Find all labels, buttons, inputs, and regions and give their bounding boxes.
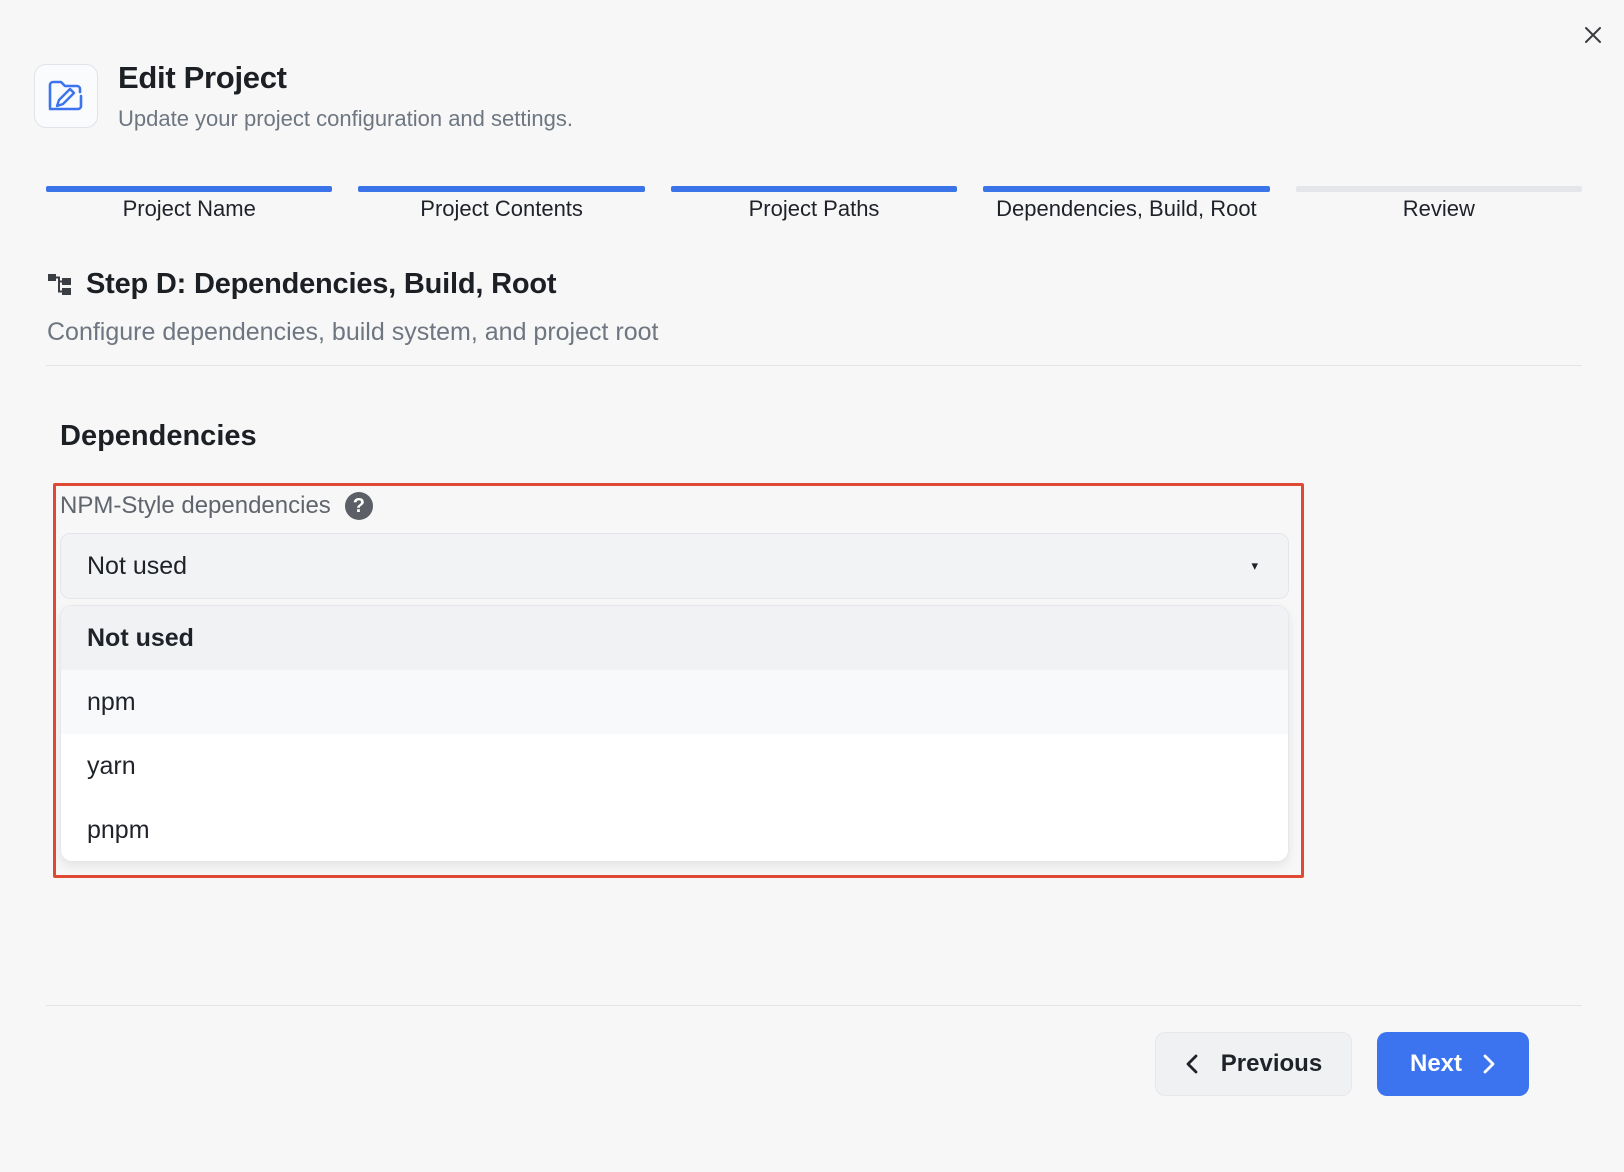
step-project-name[interactable]: Project Name [46,186,333,230]
folder-edit-icon [48,80,83,111]
close-button[interactable] [1576,18,1610,52]
option-not-used[interactable]: Not used [61,606,1288,670]
divider [46,365,1582,366]
step-dependencies-build-root[interactable]: Dependencies, Build, Root [983,186,1270,230]
chevron-right-icon [1483,1054,1495,1074]
caret-down-icon: ▾ [1251,558,1258,573]
section-title: Dependencies [60,420,257,452]
step-progress-bar [983,186,1270,192]
next-label: Next [1409,1050,1463,1077]
step-progress-bar [1295,186,1583,192]
divider [46,1005,1582,1006]
field-label-text: NPM-Style dependencies [60,492,331,519]
step-project-paths[interactable]: Project Paths [670,186,958,230]
next-button[interactable]: Next [1377,1032,1529,1096]
npm-dependencies-select[interactable]: Not used ▾ [60,533,1289,599]
step-title: Step D: Dependencies, Build, Root [86,268,557,300]
step-progress-bar [46,186,333,192]
dependencies-dropdown-menu: Not used npm yarn pnpm [60,605,1289,862]
previous-label: Previous [1220,1050,1323,1077]
step-label: Project Name [122,196,256,221]
project-icon-container [34,64,98,128]
step-review[interactable]: Review [1295,186,1583,230]
dialog-subtitle: Update your project configuration and se… [118,106,573,131]
previous-button[interactable]: Previous [1155,1032,1352,1096]
option-npm[interactable]: npm [61,670,1288,734]
step-heading: Step D: Dependencies, Build, Root [48,268,557,301]
step-progress-bar [670,186,958,192]
step-label: Project Paths [748,196,880,221]
close-icon [1585,27,1601,43]
option-yarn[interactable]: yarn [61,734,1288,798]
step-description: Configure dependencies, build system, an… [47,318,659,346]
step-project-contents[interactable]: Project Contents [358,186,645,230]
option-pnpm[interactable]: pnpm [61,798,1288,861]
stepper: Project Name Project Contents Project Pa… [46,186,1583,230]
npm-dependencies-label: NPM-Style dependencies ? [60,492,373,520]
step-label: Dependencies, Build, Root [996,196,1257,221]
step-label: Review [1402,196,1475,221]
step-progress-bar [358,186,645,192]
dialog-title: Edit Project [118,60,287,95]
step-label: Project Contents [420,196,583,221]
chevron-left-icon [1186,1054,1198,1074]
hierarchy-icon [48,273,71,295]
select-value: Not used [87,551,188,580]
edit-project-dialog: Edit Project Update your project configu… [0,0,1624,1172]
help-icon[interactable]: ? [344,492,373,520]
